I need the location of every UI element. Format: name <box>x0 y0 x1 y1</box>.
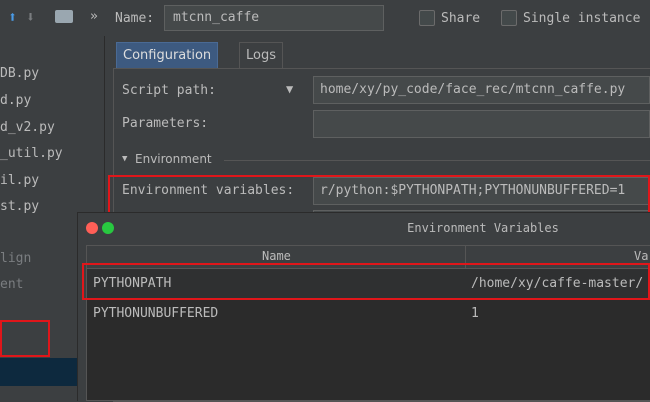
highlight-box <box>0 320 50 357</box>
single-instance-checkbox[interactable] <box>501 10 517 26</box>
script-path-label: Script path: <box>122 83 216 98</box>
project-file[interactable]: DB.py <box>0 66 39 81</box>
dialog-title: Environment Variables <box>407 221 559 235</box>
parameters-label: Parameters: <box>122 116 209 131</box>
project-file[interactable]: il.py <box>0 173 39 188</box>
chevron-right-icon[interactable]: » <box>90 9 98 24</box>
selected-project-item[interactable] <box>0 358 78 386</box>
column-header-name[interactable]: Name <box>262 249 291 263</box>
single-instance-label: Single instance <box>523 11 641 26</box>
script-path-field[interactable]: home/xy/py_code/face_rec/mtcnn_caffe.py <box>313 76 650 104</box>
share-label: Share <box>441 11 481 26</box>
project-item[interactable]: lign <box>0 251 31 266</box>
share-checkbox[interactable] <box>419 10 435 26</box>
tab-configuration[interactable]: Configuration <box>116 42 219 70</box>
arrow-down-icon[interactable]: ⬇ <box>26 8 35 26</box>
row-value: 1 <box>471 306 479 321</box>
arrow-up-icon[interactable]: ⬆ <box>8 8 17 26</box>
toolbar: ⬆ ⬇ » Name: mtcnn_caffe Share Single ins… <box>0 0 650 36</box>
parameters-field[interactable] <box>313 110 650 138</box>
highlight-box <box>82 263 650 300</box>
project-file[interactable]: d_v2.py <box>0 120 55 135</box>
project-file[interactable]: _util.py <box>0 146 63 161</box>
project-file[interactable]: st.py <box>0 199 39 214</box>
name-input[interactable]: mtcnn_caffe <box>164 5 384 31</box>
section-divider <box>224 160 650 161</box>
collapse-arrow-icon[interactable]: ▼ <box>122 154 127 164</box>
table-row[interactable]: PYTHONUNBUFFERED 1 <box>87 299 650 329</box>
environment-variables-dialog: Environment Variables Name Va PYTHONPATH… <box>77 212 650 401</box>
name-label: Name: <box>115 11 155 26</box>
folder-icon[interactable] <box>55 10 73 23</box>
tab-logs[interactable]: Logs <box>239 42 283 69</box>
project-file[interactable]: d.py <box>0 93 31 108</box>
dialog-titlebar: Environment Variables <box>78 213 650 243</box>
environment-section-header: Environment <box>135 152 212 166</box>
project-item[interactable]: ent <box>0 277 23 292</box>
row-name: PYTHONUNBUFFERED <box>93 306 219 321</box>
dropdown-arrow-icon[interactable]: ▼ <box>286 82 293 96</box>
column-header-value[interactable]: Va <box>634 249 648 263</box>
